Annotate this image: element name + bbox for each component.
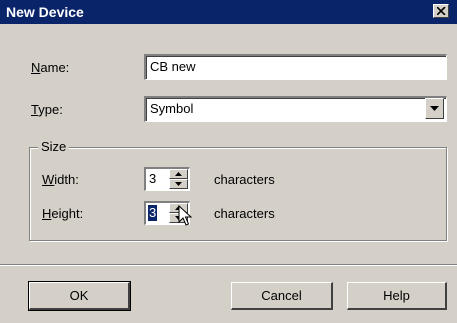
title-bar: New Device — [0, 0, 457, 24]
size-groupbox — [29, 147, 447, 241]
height-spin-arrows — [169, 203, 188, 223]
width-down-button[interactable] — [169, 179, 188, 189]
chevron-up-icon — [175, 172, 182, 176]
window-title: New Device — [6, 4, 84, 20]
width-value: 3 — [149, 171, 157, 186]
chevron-down-icon — [175, 182, 182, 186]
close-icon — [437, 7, 446, 15]
height-up-button[interactable] — [169, 203, 188, 213]
width-label: Width: — [42, 172, 79, 187]
height-stepper[interactable]: 3 — [144, 201, 190, 225]
chevron-down-icon — [430, 106, 439, 111]
type-label: Type: — [31, 102, 63, 117]
chevron-up-icon — [175, 206, 182, 210]
height-down-button[interactable] — [169, 213, 188, 223]
close-button[interactable] — [433, 4, 449, 18]
type-select[interactable]: Symbol — [144, 96, 447, 122]
width-up-button[interactable] — [169, 169, 188, 179]
type-dropdown-button[interactable] — [425, 98, 444, 119]
height-label: Height: — [42, 206, 84, 221]
height-value: 3 — [148, 205, 158, 221]
name-input[interactable]: CB new — [144, 54, 447, 80]
size-group-label: Size — [38, 139, 70, 155]
help-button[interactable]: Help — [347, 282, 447, 310]
cancel-button[interactable]: Cancel — [231, 282, 333, 310]
ok-button[interactable]: OK — [28, 281, 131, 311]
name-label: Name: — [31, 60, 70, 75]
height-unit-label: characters — [214, 206, 275, 221]
width-spin-arrows — [169, 169, 188, 189]
width-stepper[interactable]: 3 — [144, 167, 190, 191]
width-unit-label: characters — [214, 172, 275, 187]
type-value: Symbol — [150, 101, 194, 116]
chevron-down-icon — [175, 216, 182, 220]
name-value: CB new — [150, 59, 196, 74]
